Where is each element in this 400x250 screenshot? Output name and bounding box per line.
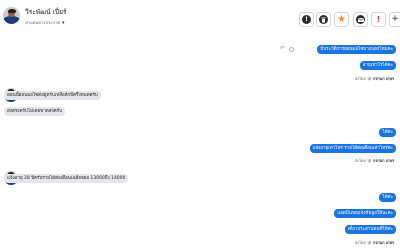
message-bubble-incoming: ส่งตรงครับไม่เคยขาดส่งครับ <box>4 107 65 116</box>
sent-by-meta: ส่งโดย 🛡 กรกนก เกษร <box>354 240 394 245</box>
chat-header: วีระพัฒน์ เปี่ยร์ ค่าแผนทางประกาศ ▾ ! ★ … <box>0 0 400 36</box>
reply-icon[interactable]: ↶ <box>280 46 285 52</box>
trash-icon <box>319 15 328 24</box>
contact-name[interactable]: วีระพัฒน์ เปี่ยร์ <box>25 6 67 17</box>
star-button[interactable]: ★ <box>334 12 349 27</box>
message-bubble-incoming: ตอนนี้ผ่อนมอไซต่อยู่ครับเหลือลีกปีครึ่งห… <box>4 91 101 100</box>
status-label: ค่าแผนทางประกาศ <box>25 20 61 25</box>
contact-avatar[interactable] <box>3 7 20 24</box>
message-bubble-outgoing: ได้ค่ะ <box>379 193 396 202</box>
sent-by-meta: ส่งโดย 🛡 กรกนก เกษร <box>354 76 394 81</box>
delete-button[interactable] <box>316 12 331 27</box>
message-bubble-outgoing: มีประวัติการผ่อนมอไซบางบอกไหมคะ <box>317 45 396 54</box>
star-icon: ★ <box>337 13 346 25</box>
message-bubble-outgoing: ได้ค่ะ <box>379 128 396 137</box>
plus-icon: + <box>391 14 399 24</box>
chevron-down-icon: ▾ <box>62 19 65 26</box>
message-bubble-outgoing: อายุเท่าไรได้คะ <box>359 61 396 70</box>
info-button[interactable]: ! <box>299 12 314 27</box>
alert-button[interactable]: ! <box>371 12 386 27</box>
message-bubble-incoming: แจ้งอายุ 28 ปีครับรายได้ต่อเดือนเฉลี่ยจผ… <box>4 174 129 183</box>
envelope-icon <box>356 15 365 24</box>
agent-name: กรกนก เกษร <box>373 240 394 245</box>
status-dropdown[interactable]: ค่าแผนทางประกาศ ▾ <box>25 19 65 26</box>
clock-icon <box>289 47 294 52</box>
alert-icon: ! <box>376 14 381 24</box>
message-bubble-outgoing: แจ้งอายุเท่าไหร่ รายได้ต่อเดือนเท่าไหร่ค… <box>309 144 396 153</box>
agent-name: กรกนก เกษร <box>373 76 394 81</box>
sent-by-meta: ส่งโดย 🛡 กรกนก เกษร <box>354 158 394 163</box>
agent-name: กรกนก เกษร <box>373 158 394 163</box>
message-bubble-outgoing: แอดมินขอแจ้งข้อมูลให้นะคะ <box>334 209 396 218</box>
message-bubble-outgoing: เดี๋ยวประสานทนที่ให้ค่ะ <box>344 225 396 234</box>
add-button[interactable]: + <box>389 12 400 27</box>
email-button[interactable] <box>353 12 368 27</box>
info-icon: ! <box>302 15 311 24</box>
